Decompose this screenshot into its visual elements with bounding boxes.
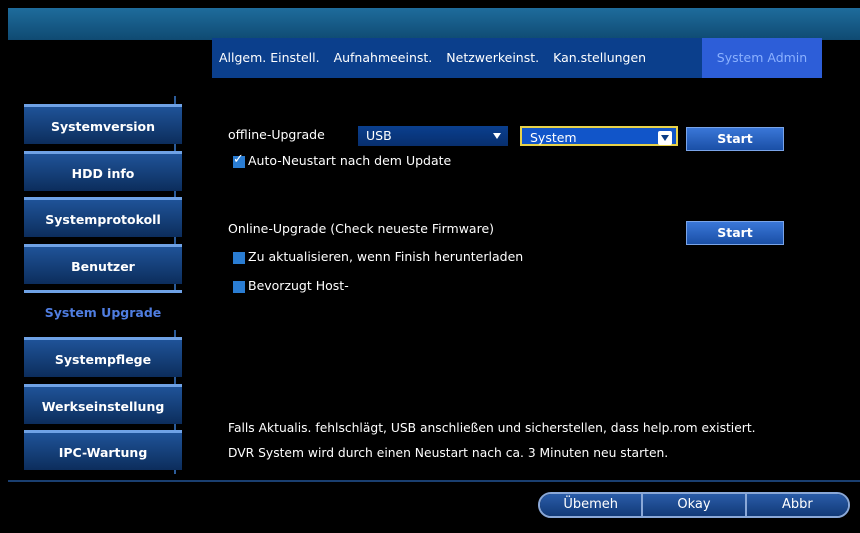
online-upgrade-label: Online-Upgrade (Check neueste Firmware) [228,221,495,236]
footer-divider [8,480,860,482]
sidebar: Systemversion HDD info Systemprotokoll B… [14,96,182,474]
apply-button[interactable]: Übemeh [540,494,644,516]
target-select-value: System [530,130,577,145]
chevron-down-icon [658,131,672,145]
ok-button[interactable]: Okay [643,494,747,516]
target-select[interactable]: System [520,126,678,146]
source-select[interactable]: USB [358,126,508,146]
sidebar-item-systempflege[interactable]: Systempflege [24,337,182,377]
download-update-checkbox[interactable] [233,252,245,264]
sidebar-item-hdd-info[interactable]: HDD info [24,151,182,191]
note-line-2: DVR System wird durch einen Neustart nac… [228,446,669,460]
auto-restart-label: Auto-Neustart nach dem Update [248,153,452,168]
tab-system-admin[interactable]: System Admin [702,38,822,78]
sidebar-item-system-upgrade[interactable]: System Upgrade [24,290,182,330]
tab-channels[interactable]: Kan.stellungen [546,38,653,78]
preferred-host-checkbox[interactable] [233,281,245,293]
chevron-down-icon [490,129,504,143]
title-bar [8,8,860,40]
online-start-button[interactable]: Start [686,221,784,245]
sidebar-item-systemversion[interactable]: Systemversion [24,104,182,144]
offline-upgrade-label: offline-Upgrade [228,127,325,142]
source-select-value: USB [366,128,392,143]
footer-buttons: Übemeh Okay Abbr [538,492,850,518]
download-update-label: Zu aktualisieren, wenn Finish herunterla… [248,249,524,264]
tab-network[interactable]: Netzwerkeinst. [439,38,546,78]
preferred-host-label: Bevorzugt Host- [248,278,349,293]
note-line-1: Falls Aktualis. fehlschlägt, USB anschli… [228,421,756,435]
offline-start-button[interactable]: Start [686,127,784,151]
cancel-button[interactable]: Abbr [746,494,848,516]
sidebar-item-systemprotokoll[interactable]: Systemprotokoll [24,197,182,237]
sidebar-item-ipc-wartung[interactable]: IPC-Wartung [24,430,182,470]
tab-recording[interactable]: Aufnahmeeinst. [327,38,440,78]
tab-bar: Allgem. Einstell. Aufnahmeeinst. Netzwer… [212,38,822,78]
tab-general[interactable]: Allgem. Einstell. [212,38,327,78]
sidebar-item-werkseinstellung[interactable]: Werkseinstellung [24,384,182,424]
sidebar-item-benutzer[interactable]: Benutzer [24,244,182,284]
auto-restart-checkbox[interactable] [233,152,245,168]
